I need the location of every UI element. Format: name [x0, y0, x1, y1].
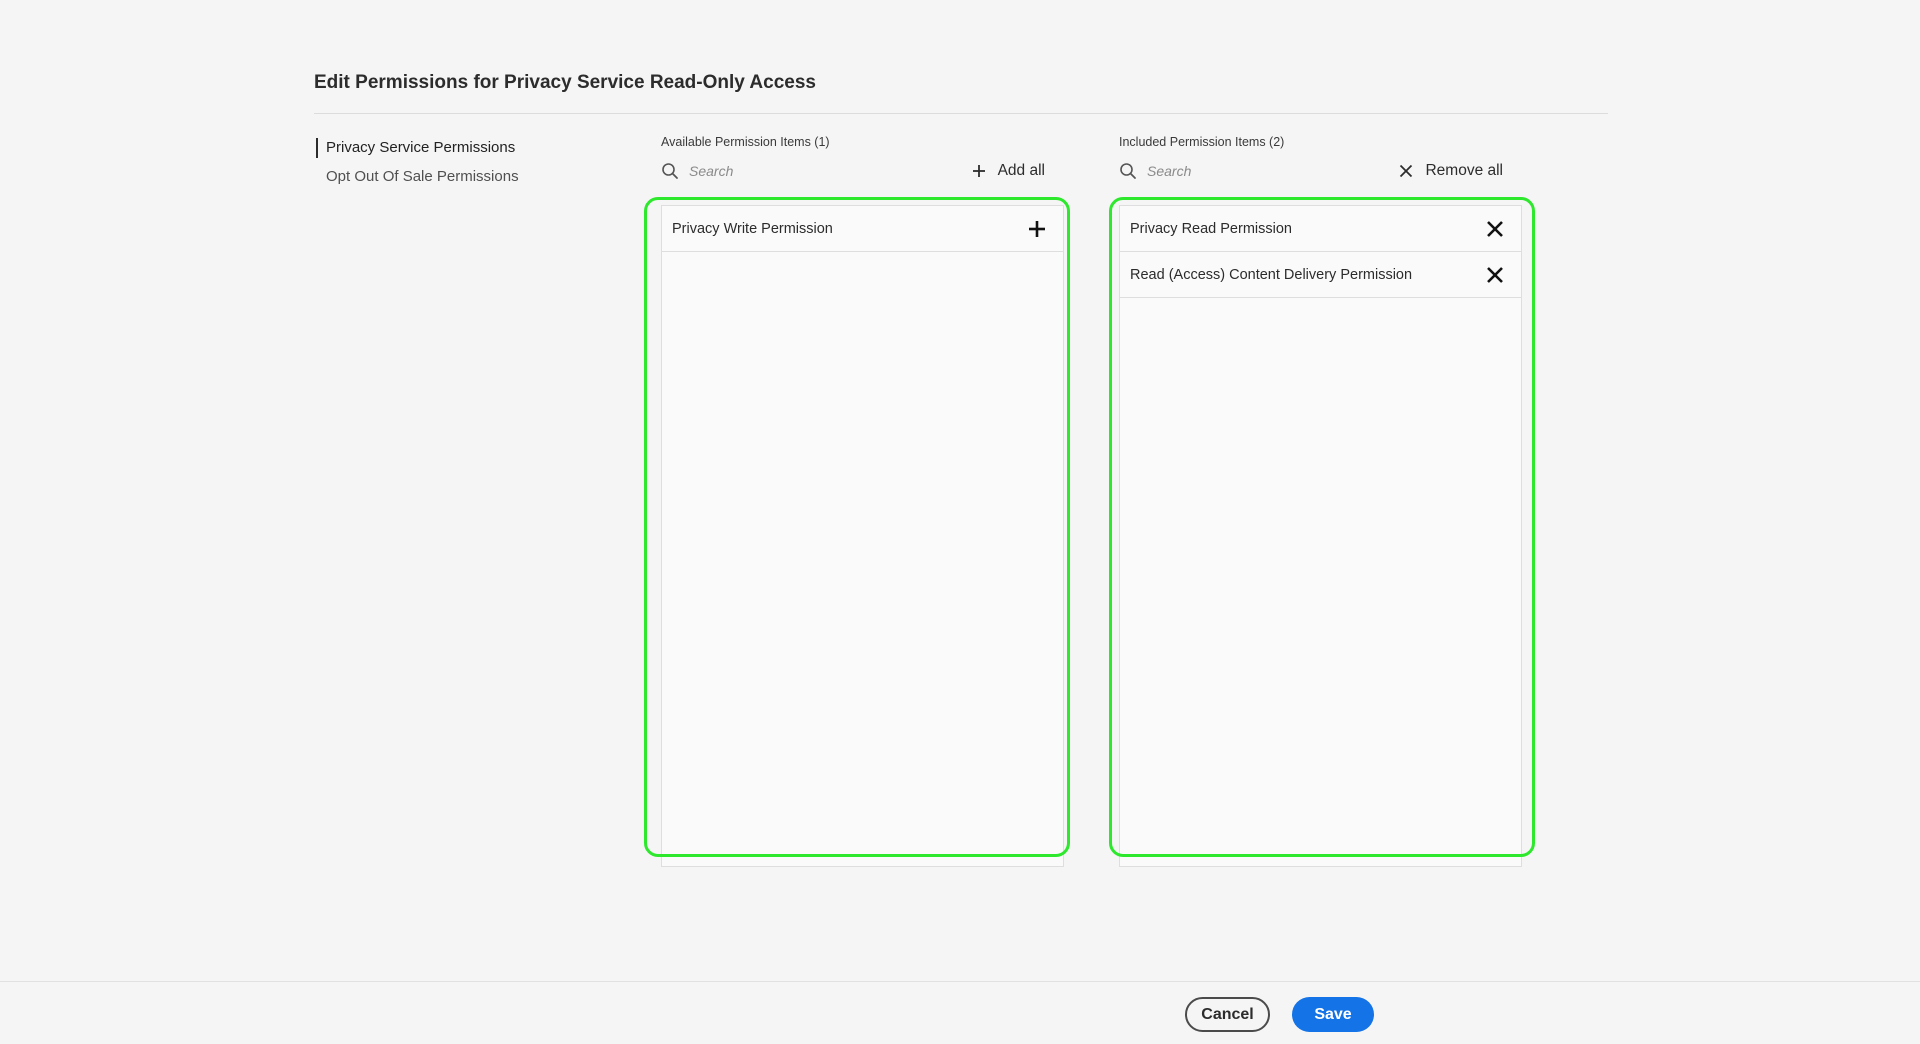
footer-divider — [0, 981, 1920, 982]
included-heading: Included Permission Items (2) — [1119, 135, 1285, 149]
edit-permissions-page: Edit Permissions for Privacy Service Rea… — [0, 0, 1920, 1044]
available-search — [661, 162, 972, 180]
included-search — [1119, 162, 1399, 180]
close-icon — [1399, 164, 1413, 178]
add-all-label: Add all — [997, 162, 1045, 179]
included-search-input[interactable] — [1147, 163, 1347, 179]
search-icon — [661, 162, 679, 180]
remove-all-button[interactable]: Remove all — [1399, 162, 1503, 180]
plus-icon — [972, 164, 986, 178]
cancel-button[interactable]: Cancel — [1185, 997, 1270, 1032]
included-toolbar: Remove all — [1119, 154, 1519, 188]
nav-item-opt-out-of-sale-permissions[interactable]: Opt Out Of Sale Permissions — [314, 165, 614, 194]
available-column: Available Permission Items (1) Add all — [661, 132, 1061, 188]
page-title: Edit Permissions for Privacy Service Rea… — [314, 72, 816, 93]
remove-all-label: Remove all — [1425, 162, 1503, 179]
available-heading: Available Permission Items (1) — [661, 135, 830, 149]
available-toolbar: Add all — [661, 154, 1061, 188]
side-nav: Privacy Service Permissions Opt Out Of S… — [314, 136, 614, 194]
available-highlight-frame — [644, 197, 1070, 857]
search-icon — [1119, 162, 1137, 180]
included-column: Included Permission Items (2) Remove all — [1119, 132, 1519, 188]
nav-item-privacy-service-permissions[interactable]: Privacy Service Permissions — [314, 136, 614, 165]
included-highlight-frame — [1109, 197, 1535, 857]
available-search-input[interactable] — [689, 163, 889, 179]
title-divider — [314, 113, 1608, 114]
save-button[interactable]: Save — [1292, 997, 1374, 1032]
add-all-button[interactable]: Add all — [972, 162, 1045, 180]
